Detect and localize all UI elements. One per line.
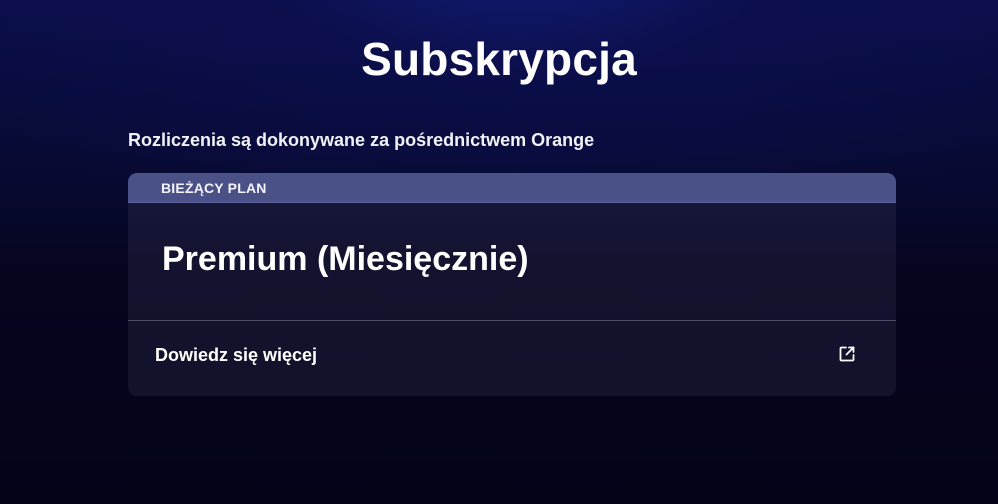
billing-note: Rozliczenia są dokonywane za pośrednictw… [128, 130, 595, 150]
current-plan-label: BIEŻĄCY PLAN [161, 179, 267, 196]
plan-card-header: BIEŻĄCY PLAN [128, 173, 896, 203]
plan-name: Premium (Miesięcznie) [162, 240, 529, 278]
current-plan-card: BIEŻĄCY PLAN Premium (Miesięcznie) Dowie… [128, 173, 896, 396]
external-link-icon[interactable] [838, 345, 856, 363]
page-title: Subskrypcja [361, 33, 637, 85]
learn-more-label: Dowiedz się więcej [155, 345, 318, 365]
learn-more-link[interactable]: Dowiedz się więcej [128, 321, 896, 396]
